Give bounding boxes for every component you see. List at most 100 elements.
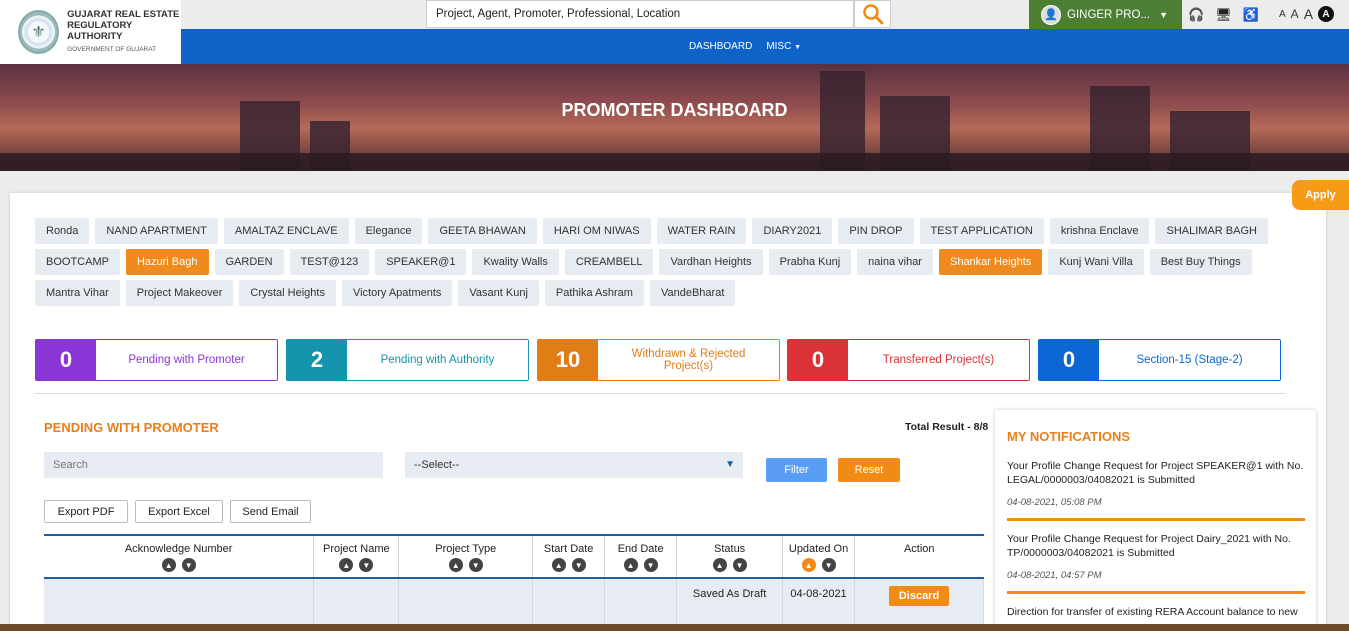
sort-asc-icon[interactable]: ▲	[551, 558, 566, 572]
top-bar: ⚜ GUJARAT REAL ESTATE REGULATORY AUTHORI…	[0, 0, 1349, 64]
sort-asc-icon[interactable]: ▲	[801, 558, 816, 572]
sort-asc-icon[interactable]: ▲	[712, 558, 727, 572]
screen-reader-icon[interactable]: 🖥	[1215, 7, 1232, 23]
project-chip[interactable]: GARDEN	[214, 249, 284, 275]
project-chip[interactable]: Hazuri Bagh	[125, 249, 209, 275]
project-chip[interactable]: SHALIMAR BAGH	[1155, 218, 1268, 244]
export-pdf-button[interactable]: Export PDF	[44, 500, 128, 523]
nav-misc-label: MISC	[766, 41, 792, 52]
accessibility-icon[interactable]: ♿	[1243, 7, 1259, 23]
project-chip[interactable]: Victory Apatments	[341, 280, 453, 306]
sort-desc-icon[interactable]: ▼	[821, 558, 836, 572]
stat-card[interactable]: 0 Section-15 (Stage-2)	[1038, 339, 1281, 381]
project-chip[interactable]: Shankar Heights	[938, 249, 1043, 275]
send-email-button[interactable]: Send Email	[230, 500, 311, 523]
project-chip-list: Ronda NAND APARTMENT AMALTAZ ENCLAVE Elegan…	[35, 218, 1285, 306]
stat-count: 0	[36, 340, 96, 380]
section-title: PENDING WITH PROMOTER	[44, 420, 219, 435]
project-chip[interactable]: krishna Enclave	[1049, 218, 1150, 244]
sort-asc-icon[interactable]: ▲	[623, 558, 638, 572]
logo-line-3: GOVERNMENT OF GUJARAT	[67, 46, 157, 53]
font-small-button[interactable]: A	[1279, 9, 1286, 20]
project-chip[interactable]: GEETA BHAWAN	[428, 218, 537, 244]
gujrera-seal-icon: ⚜	[18, 10, 60, 54]
user-name: GINGER PRO...	[1067, 8, 1151, 21]
stat-count: 0	[1039, 340, 1099, 380]
reset-button[interactable]: Reset	[838, 458, 900, 482]
stat-card[interactable]: 0 Pending with Promoter	[35, 339, 278, 381]
project-chip[interactable]: Kunj Wani Villa	[1048, 249, 1144, 275]
project-chip[interactable]: TEST APPLICATION	[919, 218, 1044, 244]
project-chip[interactable]: Project Makeover	[125, 280, 234, 306]
column-header: Acknowledge Number ▲ ▼	[44, 534, 315, 579]
project-chip[interactable]: TEST@123	[289, 249, 370, 275]
avatar: 👤	[1041, 4, 1061, 25]
column-header-label: Start Date	[543, 543, 594, 555]
sort-asc-icon[interactable]: ▲	[448, 558, 463, 572]
project-chip[interactable]: CREAMBELL	[564, 249, 654, 275]
column-header-label: Project Name	[322, 543, 390, 555]
stat-label: Transferred Project(s)	[882, 354, 995, 366]
sort-desc-icon[interactable]: ▼	[181, 558, 196, 572]
project-chip[interactable]: SPEAKER@1	[375, 249, 467, 275]
filter-button[interactable]: Filter	[766, 458, 827, 482]
contrast-button[interactable]: A	[1318, 6, 1335, 22]
sort-desc-icon[interactable]: ▼	[359, 558, 374, 572]
export-excel-button[interactable]: Export Excel	[135, 500, 223, 523]
discard-button[interactable]: Discard	[888, 586, 950, 606]
stat-label: Withdrawn & Rejected Project(s)	[631, 348, 746, 372]
sort-desc-icon[interactable]: ▼	[643, 558, 658, 572]
project-chip[interactable]: DIARY2021	[752, 218, 833, 244]
sort-desc-icon[interactable]: ▼	[571, 558, 586, 572]
font-medium-button[interactable]: A	[1291, 7, 1299, 21]
project-chip[interactable]: Crystal Heights	[239, 280, 336, 306]
utility-icons: 🎧 🖥 ♿	[1186, 0, 1259, 29]
status-select[interactable]: --Select-- ▼	[405, 452, 743, 478]
project-chip[interactable]: PIN DROP	[838, 218, 914, 244]
project-chip[interactable]: NAND APARTMENT	[95, 218, 218, 244]
search-button[interactable]	[854, 0, 891, 28]
global-search-input[interactable]: Project, Agent, Promoter, Professional, …	[426, 0, 854, 28]
font-large-button[interactable]: A	[1304, 6, 1313, 22]
project-chip[interactable]: naina vihar	[857, 249, 933, 275]
sort-asc-icon[interactable]: ▲	[161, 558, 176, 572]
project-chip[interactable]: BOOTCAMP	[35, 249, 120, 275]
project-chip[interactable]: WATER RAIN	[656, 218, 747, 244]
project-chip[interactable]: Mantra Vihar	[35, 280, 120, 306]
project-chip[interactable]: HARI OM NIWAS	[542, 218, 651, 244]
notification-item[interactable]: Your Profile Change Request for Project …	[1007, 532, 1305, 583]
headset-icon[interactable]: 🎧	[1188, 7, 1204, 23]
logo[interactable]: ⚜ GUJARAT REAL ESTATE REGULATORY AUTHORI…	[0, 0, 181, 64]
stat-card[interactable]: 10 Withdrawn & Rejected Project(s)	[537, 339, 780, 381]
sort-desc-icon[interactable]: ▼	[732, 558, 747, 572]
project-chip[interactable]: Vardhan Heights	[659, 249, 763, 275]
chevron-down-icon: ▼	[794, 44, 802, 51]
project-chip[interactable]: Ronda	[35, 218, 90, 244]
sort-asc-icon[interactable]: ▲	[339, 558, 354, 572]
notification-item[interactable]: Your Profile Change Request for Project …	[1007, 459, 1305, 510]
apply-button[interactable]: Apply	[1292, 180, 1349, 210]
search-icon	[862, 4, 883, 25]
list-search-input[interactable]: Search	[44, 452, 383, 478]
project-chip[interactable]: Best Buy Things	[1149, 249, 1252, 275]
project-chip[interactable]: VandeBharat	[649, 280, 736, 306]
project-chip[interactable]: Vasant Kunj	[458, 280, 539, 306]
project-chip[interactable]: Kwality Walls	[472, 249, 559, 275]
stat-card[interactable]: 2 Pending with Authority	[286, 339, 529, 381]
notification-item[interactable]: Direction for transfer of existing RERA …	[1007, 605, 1305, 619]
stat-card[interactable]: 0 Transferred Project(s)	[787, 339, 1030, 381]
nav-misc[interactable]: MISC ▼	[766, 41, 801, 52]
user-menu-button[interactable]: 👤 GINGER PRO... ▼	[1029, 0, 1182, 29]
project-chip[interactable]: Pathika Ashram	[544, 280, 644, 306]
sort-desc-icon[interactable]: ▼	[468, 558, 483, 572]
stat-label: Pending with Authority	[380, 354, 495, 366]
select-value: --Select--	[414, 459, 460, 471]
project-chip[interactable]: Prabha Kunj	[768, 249, 852, 275]
project-chip[interactable]: AMALTAZ ENCLAVE	[223, 218, 349, 244]
project-chip[interactable]: Elegance	[354, 218, 423, 244]
divider	[35, 393, 1285, 394]
notifications-title: MY NOTIFICATIONS	[1007, 429, 1131, 444]
logo-line-1: GUJARAT REAL ESTATE	[67, 9, 180, 20]
column-header-label: Project Type	[435, 543, 497, 555]
nav-dashboard[interactable]: DASHBOARD	[689, 41, 752, 52]
